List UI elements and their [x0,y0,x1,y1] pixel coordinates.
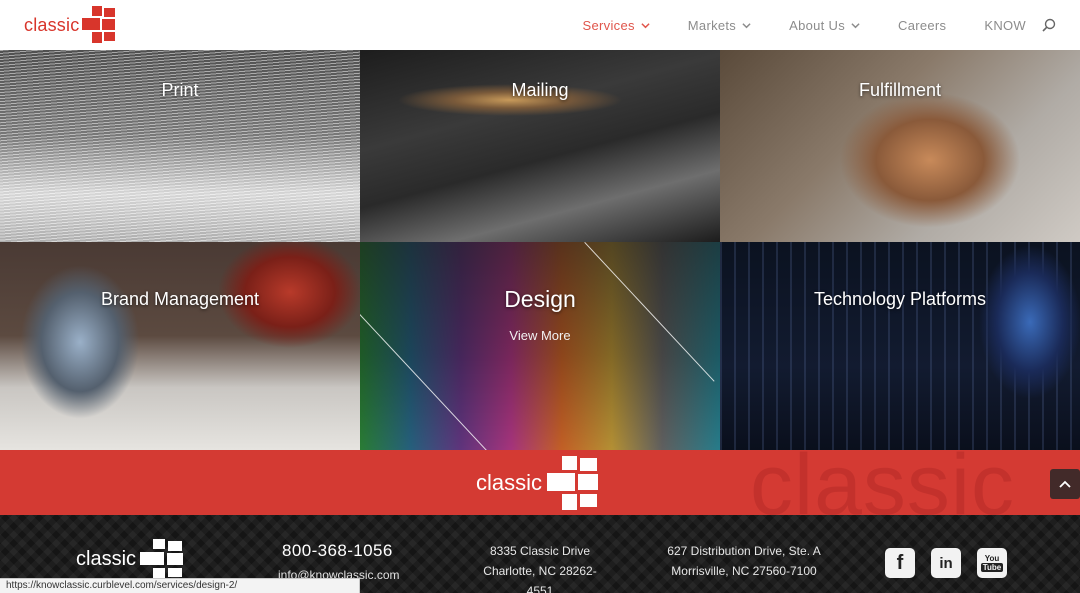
nav-item-services[interactable]: Services [583,18,650,33]
tile-technology-platforms[interactable]: Technology Platforms [720,242,1080,450]
site-header: classic Services Markets About Us Career… [0,0,1080,50]
tile-title: Print [161,80,199,100]
site-logo[interactable]: classic [24,6,116,44]
tile-title: Fulfillment [858,80,942,100]
search-icon[interactable] [1042,18,1056,32]
logo-text: classic [476,470,543,495]
band-watermark: classic [750,450,1016,515]
logo-mark-icon [140,539,184,579]
footer-address-morrisville: 627 Distribution Drive, Ste. A Morrisvil… [664,541,824,581]
nav-item-careers[interactable]: Careers [898,18,946,33]
facebook-icon[interactable]: f [885,548,915,578]
brand-band: classic classic [0,450,1080,515]
footer-logo[interactable]: classic [76,539,184,579]
nav-item-know[interactable]: KNOW [984,18,1026,33]
logo-text: classic [24,14,80,35]
youtube-icon[interactable]: You Tube [977,548,1007,578]
nav-item-label: About Us [789,17,845,33]
youtube-glyph-bottom: Tube [980,563,1004,572]
nav-item-markets[interactable]: Markets [688,18,751,33]
browser-status-url: https://knowclassic.curblevel.com/servic… [0,578,360,593]
view-more-link[interactable]: View More [360,328,720,343]
tile-title: Technology Platforms [813,289,987,309]
main-nav: Services Markets About Us Careers KNOW [545,0,1056,50]
address-line: Charlotte, NC 28262-4551 [483,564,597,593]
linkedin-icon[interactable]: in [931,548,961,578]
tile-title: Mailing [511,80,569,100]
tile-brand-management[interactable]: Brand Management [0,242,360,450]
nav-item-about-us[interactable]: About Us [789,18,860,33]
footer-address-charlotte: 8335 Classic Drive Charlotte, NC 28262-4… [470,541,610,593]
address-line: Morrisville, NC 27560-7100 [671,564,817,578]
nav-item-label: Services [582,17,635,33]
logo-text: classic [76,547,137,570]
chevron-down-icon [641,22,650,28]
logo-mark-icon [547,456,599,510]
tile-title: Brand Management [100,289,260,309]
tile-design[interactable]: Design View More [360,242,720,450]
nav-item-label: Careers [898,17,947,33]
logo-mark-icon [82,6,116,43]
tile-title: Design [504,286,576,312]
tile-fulfillment[interactable]: Fulfillment [720,50,1080,242]
scroll-to-top-button[interactable] [1050,469,1080,499]
chevron-down-icon [851,22,860,28]
chevron-up-icon [1059,480,1071,488]
youtube-glyph-top: You [984,554,1000,563]
address-line: 8335 Classic Drive [489,544,591,558]
nav-item-label: Markets [687,17,737,33]
services-grid: Print Mailing Fulfillment Brand Manageme… [0,50,1080,450]
footer-phone[interactable]: 800-368-1056 [282,541,393,561]
chevron-down-icon [742,22,751,28]
tile-mailing[interactable]: Mailing [360,50,720,242]
band-logo[interactable]: classic [476,455,599,511]
nav-item-label: KNOW [984,17,1026,33]
address-line: 627 Distribution Drive, Ste. A [667,544,821,558]
tile-print[interactable]: Print [0,50,360,242]
